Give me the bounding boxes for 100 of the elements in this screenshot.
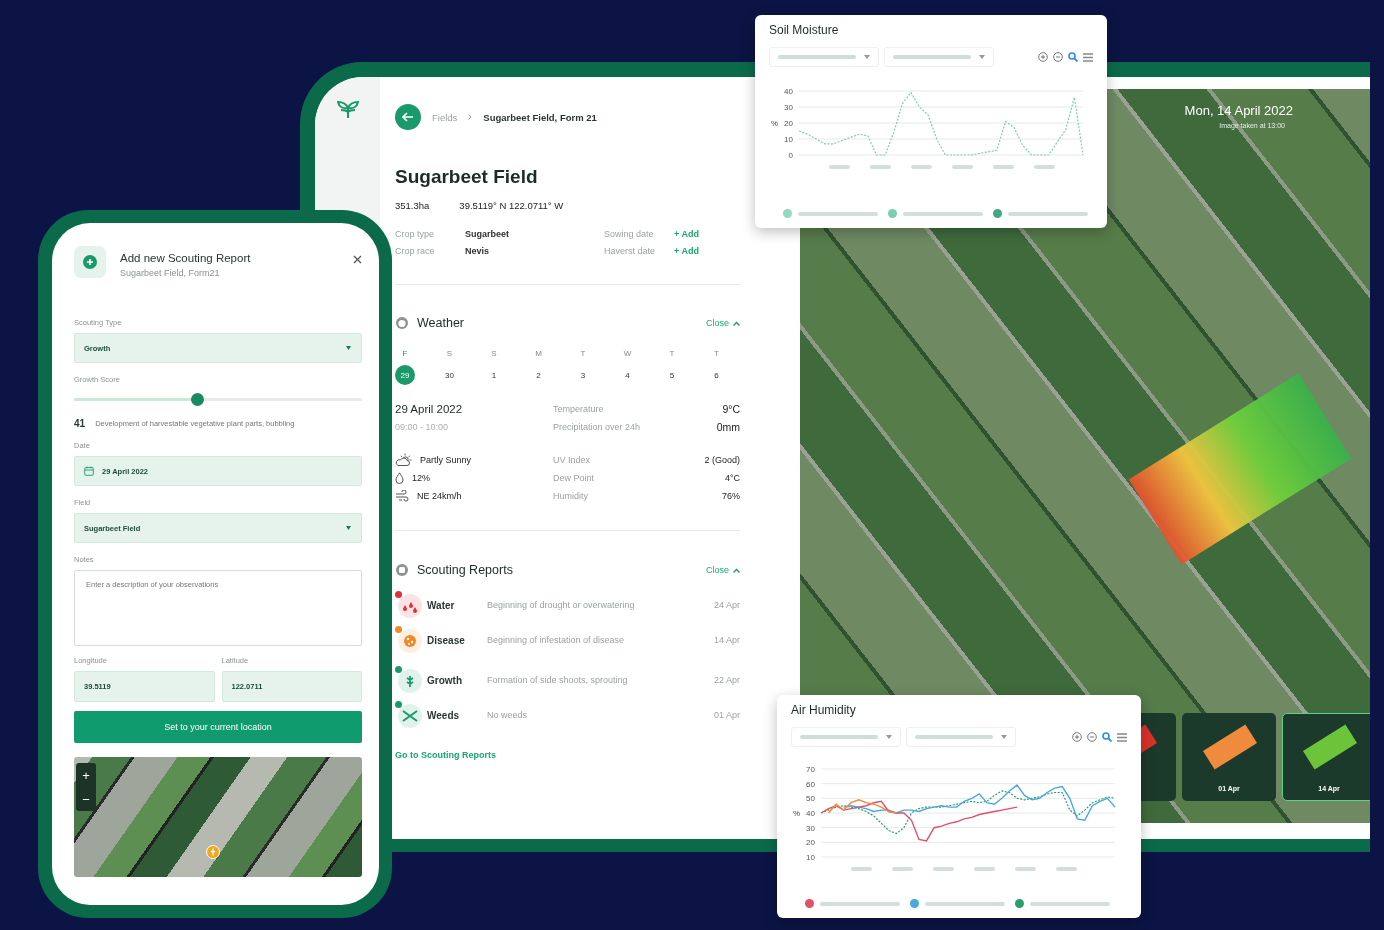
report-icon <box>395 563 409 577</box>
metric-value: 0mm <box>715 421 740 433</box>
report-date: 14 Apr <box>713 635 740 645</box>
sprout-icon <box>395 666 423 694</box>
y-axis-label: % <box>771 119 779 128</box>
report-name[interactable]: Growth <box>427 674 487 686</box>
report-description: Beginning of drought or overwatering <box>487 600 636 610</box>
metric-label: Humidity <box>553 491 589 501</box>
metric-value: 9°C <box>721 403 740 415</box>
metric-label: Precipitation over 24h <box>553 422 642 432</box>
search-icon[interactable] <box>1068 52 1078 62</box>
add-icon <box>83 255 97 269</box>
arrow-left-icon <box>402 112 414 122</box>
field-area: 351.3ha <box>395 200 430 211</box>
day-tab[interactable]: F 29 <box>393 349 417 385</box>
day-tab[interactable]: W 4 <box>615 349 640 385</box>
growth-score-slider[interactable] <box>74 393 362 406</box>
metric-value: 2 (Good) <box>704 454 740 465</box>
report-description: No weeds <box>487 710 529 720</box>
day-tab[interactable]: T 5 <box>660 349 684 385</box>
score-value: 41 <box>74 418 86 429</box>
section-title: Weather <box>417 316 464 330</box>
placeholder-bar <box>829 165 850 169</box>
placeholder-bar <box>870 165 891 169</box>
menu-icon[interactable] <box>1083 52 1093 62</box>
caret-icon <box>886 735 892 739</box>
slider-thumb[interactable] <box>191 393 205 406</box>
y-tick-label: 10 <box>784 135 793 144</box>
report-name[interactable]: Disease <box>427 634 487 646</box>
y-tick-label: 10 <box>806 853 815 862</box>
crossed-leaves-icon <box>395 701 423 729</box>
caret-icon <box>346 526 351 530</box>
detail-label: Crop race <box>395 246 436 256</box>
report-date: 24 Apr <box>713 600 740 610</box>
y-tick-label: 0 <box>788 151 793 160</box>
day-tab[interactable]: T 3 <box>571 349 595 385</box>
zoom-in-icon[interactable] <box>1038 52 1048 62</box>
report-date: 22 Apr <box>713 675 740 685</box>
placeholder-bar <box>851 867 872 871</box>
detail-value: Nevis <box>465 246 491 256</box>
caret-icon <box>979 55 985 59</box>
placeholder-bar <box>1015 867 1036 871</box>
report-name[interactable]: Water <box>427 599 487 611</box>
chevron-up-icon <box>733 320 740 326</box>
metric-value: 4°C <box>723 473 740 483</box>
breadcrumb-current: Sugarbeet Field, Form 21 <box>483 111 597 123</box>
zoom-out-icon[interactable] <box>1087 732 1097 742</box>
caret-icon <box>1001 735 1007 739</box>
weather-date: 29 April 2022 <box>395 403 464 415</box>
placeholder-bar <box>892 867 913 871</box>
location-button[interactable]: Set to your current location <box>74 711 362 743</box>
menu-icon[interactable] <box>1117 732 1127 742</box>
form-title: Add new Scouting Report <box>120 252 252 264</box>
metric-label: UV Index <box>553 454 592 465</box>
day-tab[interactable]: S 30 <box>437 349 462 385</box>
back-button[interactable] <box>395 104 421 130</box>
weather-time: 09:00 - 10:00 <box>395 422 450 432</box>
leaf-logo-icon[interactable] <box>336 99 359 119</box>
day-tab[interactable]: S 1 <box>482 349 506 385</box>
search-icon[interactable] <box>1102 732 1112 742</box>
placeholder-bar <box>993 165 1014 169</box>
placeholder-bar <box>1056 867 1077 871</box>
condition-text: NE 24km/h <box>417 491 462 501</box>
y-tick-label: 40 <box>806 809 815 818</box>
day-tab[interactable]: M 2 <box>526 349 551 385</box>
calendar-icon <box>84 466 94 476</box>
close-icon[interactable] <box>353 255 362 264</box>
report-date: 01 Apr <box>713 710 740 720</box>
map-zoom-button[interactable]: + <box>76 763 96 787</box>
chart-title: Air Humidity <box>791 703 857 717</box>
y-tick-label: 20 <box>806 838 815 848</box>
day-tab[interactable]: T 6 <box>704 349 729 385</box>
y-axis-label: % <box>793 809 801 818</box>
map-zoom-button[interactable]: − <box>76 787 96 811</box>
zoom-out-icon[interactable] <box>1053 52 1063 62</box>
y-tick-label: 40 <box>784 87 793 96</box>
placeholder-bar <box>974 867 995 871</box>
condition-text: Partly Sunny <box>420 454 472 465</box>
report-description: Formation of side shoots, sprouting <box>487 675 629 685</box>
detail-label: Haverst date <box>604 246 657 256</box>
placeholder-bar <box>933 867 954 871</box>
placeholder-bar <box>1034 165 1055 169</box>
drop-icon <box>395 472 404 484</box>
chevron-right-icon <box>468 114 473 120</box>
wind-icon <box>395 490 409 502</box>
detail-label: Crop type <box>395 229 436 239</box>
report-name[interactable]: Weeds <box>427 709 487 721</box>
metric-value: 76% <box>721 491 740 501</box>
drops-icon <box>395 591 423 619</box>
metric-label: Dew Point <box>553 473 596 483</box>
report-description: Beginning of infestation of disease <box>487 635 626 645</box>
y-tick-label: 50 <box>806 794 815 804</box>
field-coordinates: 39.5119° N 122.0711° W <box>459 200 564 211</box>
zoom-in-icon[interactable] <box>1072 732 1082 742</box>
condition-text: 12% <box>412 473 430 483</box>
y-tick-label: 30 <box>784 103 793 112</box>
chevron-up-icon <box>733 567 740 573</box>
placeholder-bar <box>911 165 932 169</box>
metric-label: Temperature <box>553 404 605 414</box>
spotted-circle-icon <box>395 626 423 654</box>
